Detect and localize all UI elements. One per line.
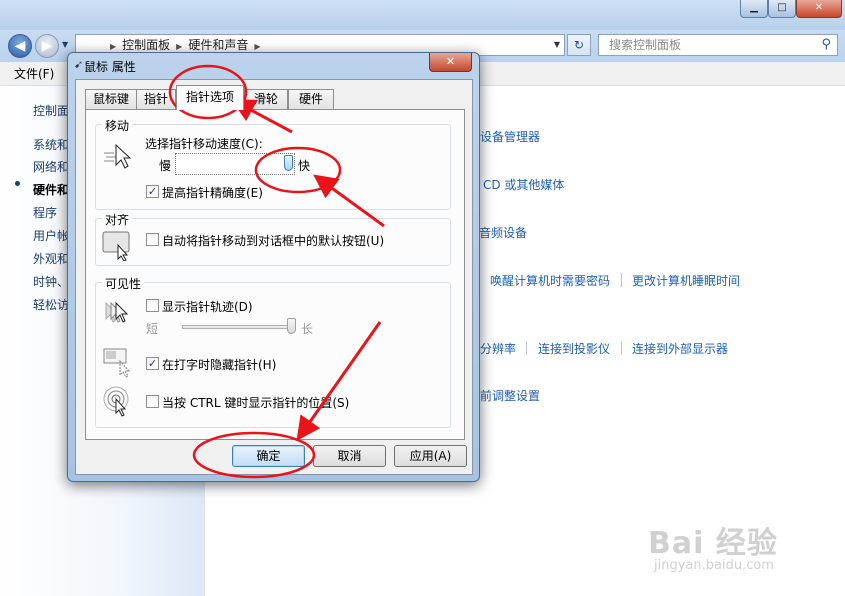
link-device-manager[interactable]: 设备管理器 (480, 128, 540, 145)
sidebar-item-clock[interactable]: 时钟、 (33, 273, 69, 290)
motion-group-title: 移动 (102, 117, 133, 134)
pointer-trails-label[interactable]: 显示指针轨迹(D) (162, 298, 253, 315)
link-sleep-time[interactable]: 更改计算机睡眠时间 (632, 272, 740, 289)
link-resolution[interactable]: 分辨率 (480, 340, 516, 357)
refresh-icon: ↻ (573, 38, 585, 52)
arrow-left-icon: ◀ (14, 38, 26, 54)
snap-to-group: 对齐 自动将指针移动到对话框中的默认按钮(U) (95, 211, 451, 266)
link-projector[interactable]: 连接到投影仪 (538, 340, 610, 357)
hide-while-typing-checkbox[interactable]: ✓ (146, 357, 159, 370)
tab-pointer-options[interactable]: 指针选项 (176, 85, 244, 110)
pointer-trails-checkbox[interactable] (146, 299, 159, 312)
link-separator (621, 273, 622, 287)
enhance-precision-label[interactable]: 提高指针精确度(E) (162, 184, 263, 201)
link-external-display[interactable]: 连接到外部显示器 (632, 340, 728, 357)
link-cd-media[interactable]: CD 或其他媒体 (483, 176, 564, 193)
sidebar-item-appearance[interactable]: 外观和 (33, 250, 69, 267)
watermark-logo: Bai 经验 (648, 526, 778, 561)
link-separator (526, 341, 527, 355)
cancel-button[interactable]: 取消 (313, 445, 386, 467)
ok-button[interactable]: 确定 (232, 445, 305, 467)
chevron-right-icon: ▶ (110, 42, 117, 51)
close-window-button[interactable]: ✕ (796, 0, 842, 18)
link-audio-devices[interactable]: 音频设备 (479, 224, 527, 241)
chevron-right-icon: ▶ (176, 42, 183, 51)
dialog-title: 鼠标 属性 (84, 60, 136, 74)
sidebar-item-user-accounts[interactable]: 用户帐 (33, 227, 69, 244)
link-wake-password[interactable]: 唤醒计算机时需要密码 (490, 272, 610, 289)
show-location-ctrl-label[interactable]: 当按 CTRL 键时显示指针的位置(S) (162, 394, 349, 411)
hide-pointer-icon (103, 348, 131, 378)
enhance-precision-checkbox[interactable]: ✓ (146, 185, 159, 198)
trails-slider-thumb[interactable] (287, 318, 296, 334)
speed-slider-track (175, 153, 295, 175)
motion-cursor-icon (104, 143, 132, 169)
arrow-right-icon: ▶ (41, 38, 53, 54)
sidebar-item-programs[interactable]: 程序 (33, 204, 57, 221)
show-location-ctrl-checkbox[interactable] (146, 395, 159, 408)
pointer-trails-icon (105, 301, 129, 323)
forward-button[interactable]: ▶ (35, 34, 59, 58)
breadcrumb-hardware-sound[interactable]: 硬件和声音 (188, 38, 248, 52)
snap-to-group-title: 对齐 (102, 211, 133, 228)
visibility-group: 可见性 显示指针轨迹(D) 短 长 ✓ 在打字时隐藏指针(H) 当按 CTRL … (95, 275, 451, 428)
title-bar: ▁ □ ✕ (0, 0, 845, 30)
snap-to-default-checkbox[interactable] (146, 233, 159, 246)
chevron-down-icon[interactable]: ▼ (554, 35, 560, 55)
apply-button[interactable]: 应用(A) (394, 445, 467, 467)
breadcrumb-control-panel[interactable]: 控制面板 (122, 38, 170, 52)
dialog-close-button[interactable]: ✕ (429, 53, 472, 72)
tab-hardware[interactable]: 硬件 (288, 89, 334, 109)
speed-slider-thumb[interactable] (284, 155, 293, 171)
baidu-watermark: Bai 经验 jingyan.baidu.com (648, 518, 778, 573)
sidebar-item-system[interactable]: 系统和 (33, 136, 69, 153)
fast-label: 快 (298, 159, 311, 173)
tab-wheel[interactable]: 滑轮 (244, 89, 288, 109)
refresh-button[interactable]: ↻ (567, 34, 591, 56)
tab-buttons[interactable]: 鼠标键 (85, 89, 137, 109)
snap-to-default-label[interactable]: 自动将指针移动到对话框中的默认按钮(U) (162, 232, 384, 249)
recent-pages-dropdown[interactable]: ▼ (62, 40, 68, 49)
dialog-body: 鼠标键 指针 指针选项 滑轮 硬件 移动 选择指针移动速度(C): 慢 快 ✓ … (75, 79, 473, 475)
hide-while-typing-label[interactable]: 在打字时隐藏指针(H) (162, 356, 276, 373)
minimize-button[interactable]: ▁ (740, 0, 768, 18)
mouse-properties-dialog: ➹ 鼠标 属性 ✕ 鼠标键 指针 指针选项 滑轮 硬件 移动 选择指针移动速度(… (67, 52, 480, 482)
chevron-right-icon: ▶ (254, 42, 261, 51)
tab-pointers[interactable]: 指针 (136, 89, 176, 109)
visibility-group-title: 可见性 (102, 275, 145, 292)
link-adjust-settings[interactable]: 前调整设置 (480, 387, 540, 404)
search-icon[interactable]: ⚲ (821, 35, 831, 55)
short-label: 短 (146, 322, 159, 336)
trails-slider-track (182, 325, 292, 329)
watermark-url: jingyan.baidu.com (654, 558, 774, 573)
maximize-button[interactable]: □ (768, 0, 796, 18)
long-label: 长 (301, 322, 314, 336)
tab-panel: 移动 选择指针移动速度(C): 慢 快 ✓ 提高指针精确度(E) 对齐 自动将指… (85, 109, 465, 440)
speed-label: 选择指针移动速度(C): (145, 137, 263, 151)
current-item-bullet (15, 181, 20, 186)
sidebar-item-network[interactable]: 网络和 (33, 158, 69, 175)
slow-label: 慢 (159, 159, 172, 173)
sidebar-item-ease-of-access[interactable]: 轻松访 (33, 296, 69, 313)
motion-group: 移动 选择指针移动速度(C): 慢 快 ✓ 提高指针精确度(E) (95, 117, 451, 210)
back-button[interactable]: ◀ (8, 34, 32, 58)
search-placeholder: 搜索控制面板 (609, 38, 682, 52)
menu-file[interactable]: 文件(F) (14, 67, 54, 81)
ctrl-locate-icon (103, 386, 129, 417)
link-separator (621, 341, 622, 355)
sidebar-item-hardware[interactable]: 硬件和 (33, 181, 69, 198)
mouse-icon: ➹ (74, 58, 84, 71)
search-input[interactable]: 搜索控制面板 ⚲ (598, 34, 838, 56)
snap-button-icon (102, 231, 130, 261)
sidebar-item-control-panel-home[interactable]: 控制面 (33, 102, 69, 119)
